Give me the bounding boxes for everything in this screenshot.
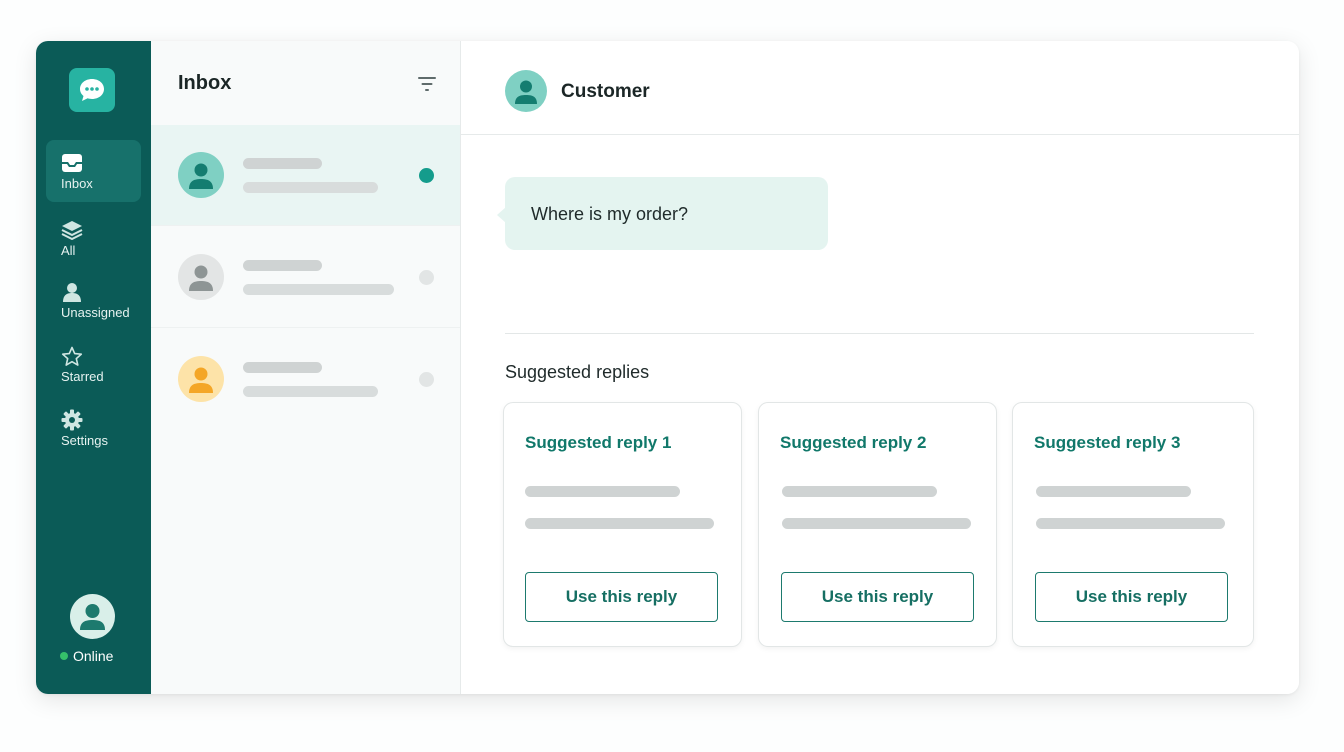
user-status: Online — [60, 648, 113, 664]
nav-label-inbox: Inbox — [61, 176, 93, 191]
inbox-icon — [61, 152, 85, 174]
conversation-item[interactable] — [151, 227, 460, 328]
conversation-item[interactable] — [151, 329, 460, 430]
text-placeholder — [1036, 486, 1191, 497]
message-text: Where is my order? — [531, 204, 689, 224]
text-placeholder — [525, 486, 680, 497]
person-icon — [80, 604, 105, 630]
text-placeholder — [782, 518, 971, 529]
star-icon — [61, 345, 85, 367]
suggestion-card: Suggested reply 1 Use this reply — [503, 402, 742, 647]
name-placeholder — [243, 260, 322, 271]
nav-label-all: All — [61, 243, 76, 258]
layers-icon — [61, 219, 85, 241]
suggestion-card: Suggested reply 3 Use this reply — [1012, 402, 1254, 647]
app-logo[interactable] — [69, 68, 115, 112]
user-avatar[interactable] — [70, 594, 115, 639]
status-label: Online — [73, 648, 114, 664]
person-icon — [61, 281, 85, 303]
contact-avatar — [178, 254, 224, 300]
conversation-list: Inbox — [151, 41, 461, 694]
person-icon — [189, 265, 213, 291]
contact-avatar — [178, 152, 224, 198]
app-window: Inbox All Unassigned Starred Settings On… — [36, 41, 1299, 694]
nav-item-unassigned[interactable]: Unassigned — [46, 269, 141, 331]
unread-indicator — [419, 168, 434, 183]
chat-header: Customer — [461, 41, 1299, 135]
divider — [505, 333, 1254, 334]
person-icon — [515, 80, 537, 104]
use-reply-button[interactable]: Use this reply — [525, 572, 718, 622]
read-indicator — [419, 372, 434, 387]
nav-label-starred: Starred — [61, 369, 104, 384]
read-indicator — [419, 270, 434, 285]
customer-avatar — [505, 70, 547, 112]
suggested-replies-heading: Suggested replies — [505, 362, 650, 382]
text-placeholder — [782, 486, 937, 497]
text-placeholder — [1036, 518, 1225, 529]
nav-label-unassigned: Unassigned — [61, 305, 130, 320]
online-indicator — [60, 652, 68, 660]
name-placeholder — [243, 158, 322, 169]
gear-icon — [61, 409, 85, 431]
use-reply-button[interactable]: Use this reply — [781, 572, 974, 622]
person-icon — [189, 163, 213, 189]
name-placeholder — [243, 362, 322, 373]
suggestion-title: Suggested reply 3 — [1034, 433, 1181, 452]
suggestion-card: Suggested reply 2 Use this reply — [758, 402, 997, 647]
suggestion-title: Suggested reply 1 — [525, 433, 672, 452]
preview-placeholder — [243, 386, 378, 397]
use-reply-button[interactable]: Use this reply — [1035, 572, 1228, 622]
nav-rail: Inbox All Unassigned Starred Settings On… — [36, 41, 151, 694]
contact-avatar — [178, 356, 224, 402]
customer-name: Customer — [561, 81, 650, 102]
conversation-item[interactable] — [151, 125, 460, 226]
nav-item-settings[interactable]: Settings — [46, 397, 141, 459]
nav-item-starred[interactable]: Starred — [46, 333, 141, 395]
list-title: Inbox — [178, 72, 232, 94]
nav-item-inbox[interactable]: Inbox — [46, 140, 141, 202]
chat-bubble-icon — [80, 79, 104, 101]
suggestion-title: Suggested reply 2 — [780, 433, 927, 452]
text-placeholder — [525, 518, 714, 529]
nav-label-settings: Settings — [61, 433, 108, 448]
preview-placeholder — [243, 182, 378, 193]
conversation-pane: Customer Where is my order? Suggested re… — [461, 41, 1299, 694]
preview-placeholder — [243, 284, 394, 295]
person-icon — [189, 367, 213, 393]
filter-icon[interactable] — [416, 75, 438, 93]
nav-item-all[interactable]: All — [46, 207, 141, 269]
message-bubble: Where is my order? — [497, 177, 828, 250]
